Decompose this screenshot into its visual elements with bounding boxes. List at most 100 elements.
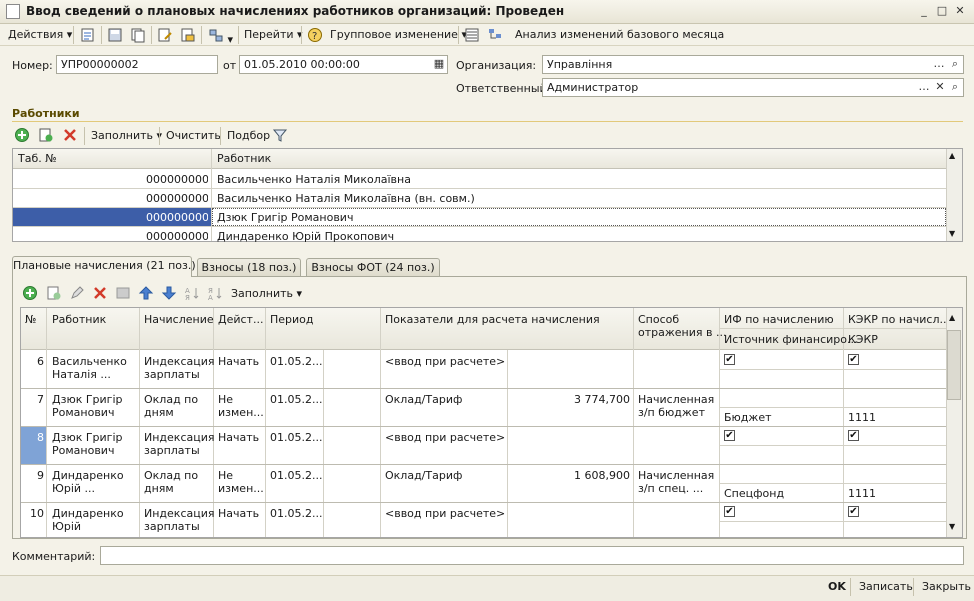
analysis-button[interactable]: Анализ изменений базового месяца <box>515 27 724 43</box>
structure-button[interactable]: ▾ <box>208 27 233 46</box>
scroll-up-icon[interactable]: ▲ <box>949 313 955 322</box>
kekr-checkbox[interactable]: ✔ <box>848 354 859 365</box>
column-header-funding-source[interactable]: Источник финансиро... <box>724 333 857 346</box>
column-header-tab-number[interactable]: Таб. № <box>18 152 57 165</box>
column-header-if[interactable]: ИФ по начислению <box>724 313 834 326</box>
tab-contributions[interactable]: Взносы (18 поз.) <box>197 258 301 277</box>
column-header-action[interactable]: Дейст... <box>218 313 263 326</box>
select-organization-button[interactable]: … <box>931 56 947 73</box>
if-checkbox[interactable]: ✔ <box>724 354 735 365</box>
sort-asc-button[interactable]: AЯ <box>184 285 200 304</box>
tab-planned-accruals[interactable]: Плановые начисления (21 поз.) <box>12 256 196 277</box>
column-header-kekr[interactable]: КЭКР <box>848 333 878 346</box>
column-header-accrual[interactable]: Начисление <box>144 313 214 326</box>
period-cell: 01.05.2... <box>270 469 323 482</box>
close-window-button[interactable]: ✕ <box>953 4 967 18</box>
copy-button[interactable] <box>130 27 146 43</box>
column-header-employee[interactable]: Работник <box>52 313 106 326</box>
add-accrual-button[interactable] <box>22 285 38 304</box>
accrual-cell: Индексация <box>144 355 215 368</box>
move-down-button[interactable] <box>161 285 177 304</box>
actions-label: Действия <box>8 28 64 41</box>
window-title: Ввод сведений о плановых начислениях раб… <box>26 4 565 18</box>
maximize-button[interactable]: □ <box>935 4 949 18</box>
accrual-cell: Оклад по <box>144 393 199 406</box>
employee-cell-line2: Наталія ... <box>52 368 111 381</box>
help-button[interactable]: ? <box>307 27 323 43</box>
calendar-icon[interactable]: ▦ <box>431 56 447 73</box>
toolbar-separator <box>159 127 160 145</box>
column-header-employee[interactable]: Работник <box>217 152 271 165</box>
toolbar-separator <box>84 127 85 145</box>
move-up-button[interactable] <box>138 285 154 304</box>
column-header-method[interactable]: Способ <box>638 313 679 326</box>
column-header-period[interactable]: Период <box>270 313 314 326</box>
select-employees-button[interactable]: Подбор <box>227 128 270 144</box>
employees-scrollbar[interactable] <box>946 149 962 241</box>
organization-field[interactable]: Управління <box>542 55 964 74</box>
sort-desc-button[interactable]: ЯA <box>207 285 223 304</box>
column-header-number[interactable]: № <box>25 313 36 326</box>
ok-button[interactable]: OK <box>828 580 846 593</box>
select-responsible-button[interactable]: … <box>916 79 932 96</box>
action-cell: Не <box>218 469 234 482</box>
clear-icon[interactable]: ✕ <box>932 79 948 96</box>
amount-cell: 3 774,700 <box>574 393 630 406</box>
close-button[interactable]: Закрыть <box>922 580 971 593</box>
responsible-field[interactable]: Администратор <box>542 78 964 97</box>
list-view-button[interactable] <box>464 27 480 43</box>
employee-cell: Диндаренко <box>52 469 124 482</box>
kekr-checkbox[interactable]: ✔ <box>848 430 859 441</box>
minimize-button[interactable]: _ <box>917 4 931 18</box>
toolbar-separator <box>73 26 74 44</box>
help-icon: ? <box>308 28 322 42</box>
edit-button[interactable] <box>157 27 173 43</box>
search-icon[interactable]: ⌕ <box>947 56 963 73</box>
pencil-icon <box>71 286 84 299</box>
scroll-down-icon[interactable]: ▼ <box>949 229 955 238</box>
comment-field[interactable] <box>100 546 964 565</box>
if-checkbox[interactable]: ✔ <box>724 506 735 517</box>
scroll-down-icon[interactable]: ▼ <box>949 522 955 531</box>
scrollbar-thumb[interactable] <box>947 330 961 400</box>
delete-row-button[interactable] <box>62 127 78 146</box>
accrual-cell-line2: дням <box>144 406 174 419</box>
action-cell: Начать <box>218 431 260 444</box>
group-change-menu[interactable]: Групповое изменение ▾ <box>330 27 467 43</box>
column-header-kekr-accrual[interactable]: КЭКР по начисл... <box>848 313 950 326</box>
save-toolbar-button[interactable] <box>107 27 123 43</box>
kekr-checkbox[interactable]: ✔ <box>848 506 859 517</box>
goto-menu[interactable]: Перейти ▾ <box>244 27 303 43</box>
clear-employees-button[interactable]: Очистить <box>166 128 221 144</box>
search-icon[interactable]: ⌕ <box>947 79 963 96</box>
accrual-cell-line2: дням <box>144 482 174 495</box>
row-number-cell: 8 <box>37 431 44 444</box>
if-checkbox[interactable]: ✔ <box>724 430 735 441</box>
copy-row-button[interactable] <box>38 127 54 146</box>
date-field[interactable]: 01.05.2010 00:00:00 <box>239 55 448 74</box>
employee-cell: Дзюк Григір <box>52 393 123 406</box>
filter-button[interactable] <box>272 127 288 146</box>
employee-name-cell: Дзюк Григір Романович <box>217 211 354 224</box>
number-field[interactable]: УПР00000002 <box>56 55 218 74</box>
delete-accrual-button[interactable] <box>92 285 108 304</box>
save-icon <box>108 28 122 42</box>
add-employee-button[interactable] <box>14 127 30 146</box>
fill-accruals-menu[interactable]: Заполнить ▾ <box>231 286 302 302</box>
save-button[interactable]: Записать <box>859 580 913 593</box>
actions-menu[interactable]: Действия ▾ <box>8 27 72 43</box>
scroll-up-icon[interactable]: ▲ <box>949 151 955 160</box>
tab-fot-contributions[interactable]: Взносы ФОТ (24 поз.) <box>306 258 440 277</box>
kekr-cell: 1111 <box>848 487 876 500</box>
column-header-indicators[interactable]: Показатели для расчета начисления <box>385 313 600 326</box>
fill-employees-menu[interactable]: Заполнить ▾ <box>91 128 162 144</box>
end-edit-button[interactable] <box>115 285 131 304</box>
edit-accrual-button[interactable] <box>69 285 85 304</box>
tree-view-button[interactable] <box>487 27 503 43</box>
column-header-method-line2: отражения в ... <box>638 326 727 339</box>
post-close-button[interactable] <box>80 27 96 43</box>
action-cell-line2: измен... <box>218 406 264 419</box>
toolbar-separator <box>220 127 221 145</box>
print-button[interactable] <box>180 27 196 43</box>
copy-accrual-button[interactable] <box>46 285 62 304</box>
